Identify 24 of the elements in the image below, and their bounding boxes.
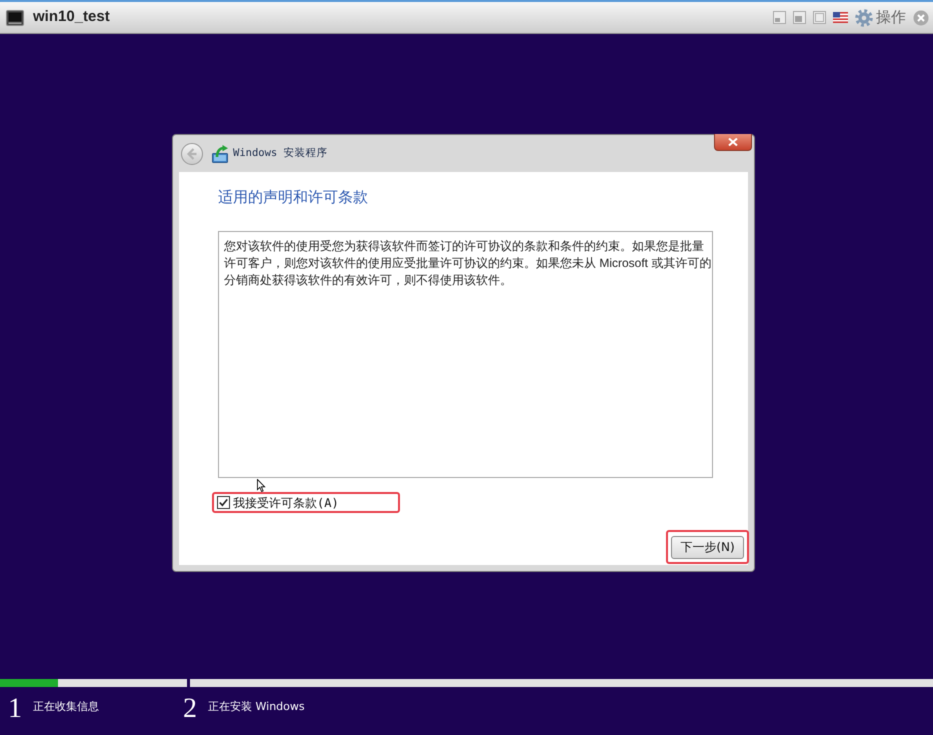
- next-button[interactable]: 下一步(N): [671, 536, 744, 558]
- window-title: win10_test: [33, 7, 110, 28]
- flag-icon[interactable]: [833, 12, 848, 23]
- checkbox[interactable]: [217, 496, 230, 509]
- window-icon[interactable]: [773, 11, 786, 24]
- dialog-title: Windows 安装程序: [233, 146, 328, 161]
- mouse-pointer-icon: [257, 479, 266, 492]
- page-heading: 适用的声明和许可条款: [218, 187, 368, 208]
- step-label: 正在收集信息: [33, 699, 99, 715]
- close-icon[interactable]: [913, 10, 929, 26]
- setup-icon: [212, 144, 229, 162]
- menu-button[interactable]: 操作: [855, 6, 906, 29]
- window-icon[interactable]: [793, 11, 806, 24]
- monitor-icon: [6, 10, 24, 26]
- step-number: 2: [183, 695, 197, 723]
- checkbox-label[interactable]: 我接受许可条款(A): [233, 494, 339, 512]
- close-icon: [728, 138, 738, 146]
- close-button[interactable]: [714, 134, 752, 151]
- back-icon[interactable]: [181, 142, 203, 164]
- settings-icon: [855, 8, 873, 26]
- step-number: 1: [8, 695, 22, 723]
- license-text: 您对该软件的使用受您为获得该软件而签订的许可协议的条款和条件的约束。如果您是批量许可客户，则您对该软件的使用应受批量许可协议的约束。如果您未从 Microsoft 或其许可的分销商处获得该软件的有效许可，则不得使用该软件。: [224, 238, 712, 289]
- window-icon[interactable]: [813, 11, 826, 24]
- step-label: 正在安装 Windows: [208, 699, 305, 715]
